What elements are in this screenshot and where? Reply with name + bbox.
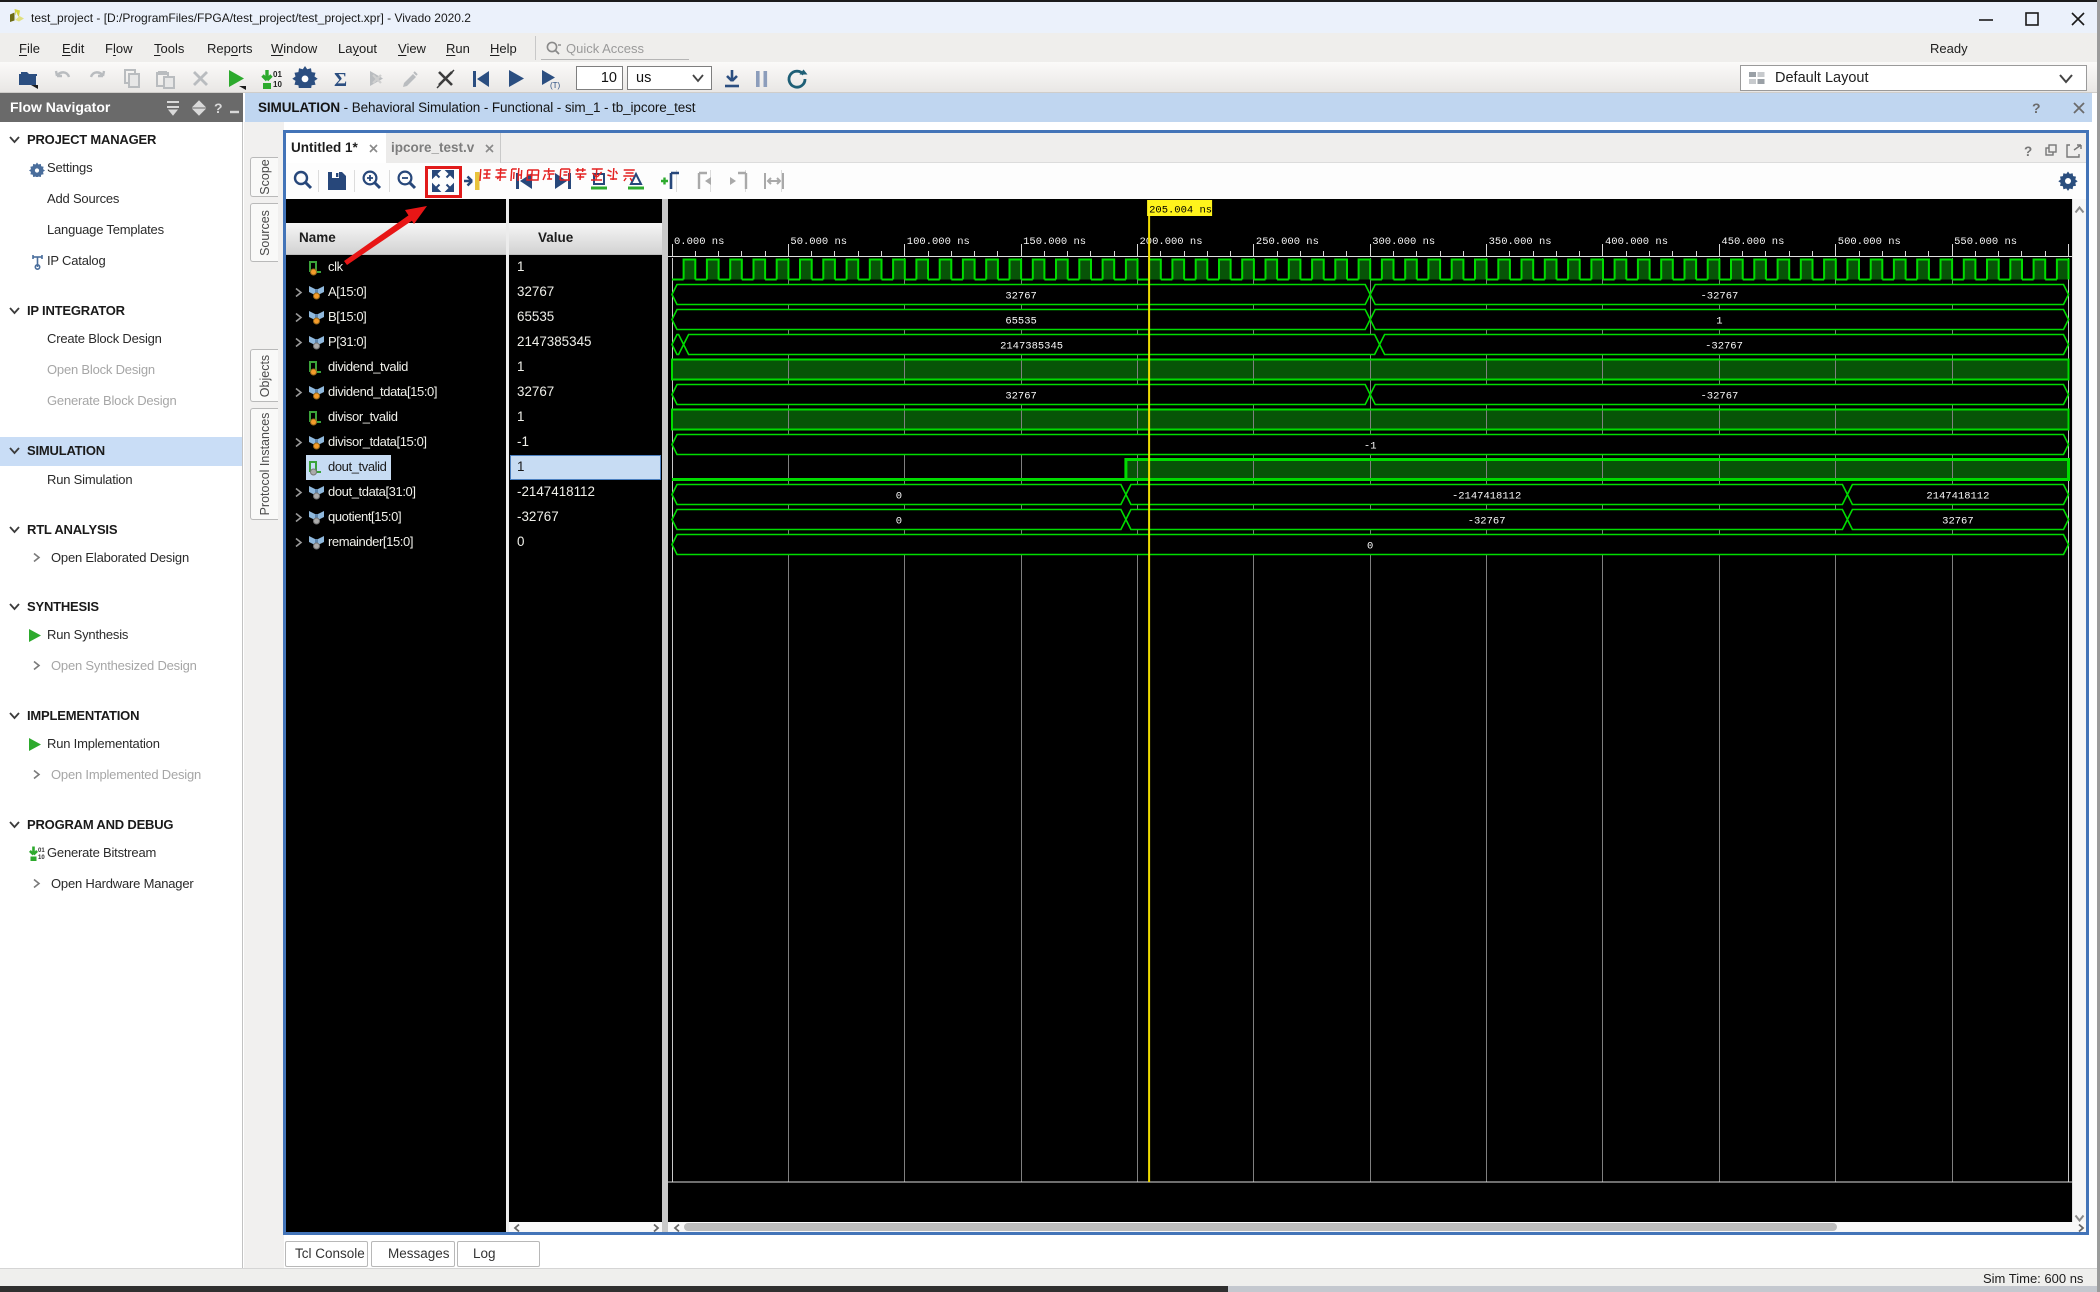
svg-text:10: 10	[273, 80, 282, 89]
svg-text:01: 01	[38, 848, 45, 854]
svg-text:205.004 ns: 205.004 ns	[1149, 205, 1212, 217]
svg-text:32767: 32767	[1005, 291, 1037, 303]
svg-text:-1: -1	[1364, 441, 1377, 453]
svg-text:-32767: -32767	[1705, 341, 1743, 353]
svg-text:-2147418112: -2147418112	[1452, 491, 1521, 503]
svg-text:2147418112: 2147418112	[1926, 491, 1989, 503]
svg-text:100.000 ns: 100.000 ns	[907, 236, 970, 248]
svg-text:0: 0	[896, 516, 902, 528]
svg-text:550.000 ns: 550.000 ns	[1954, 236, 2017, 248]
svg-text:10: 10	[38, 855, 45, 861]
svg-text:0: 0	[896, 491, 902, 503]
svg-text:65535: 65535	[1005, 316, 1037, 328]
svg-text:400.000 ns: 400.000 ns	[1605, 236, 1668, 248]
svg-text:32767: 32767	[1005, 391, 1037, 403]
svg-text:-32767: -32767	[1700, 391, 1738, 403]
svg-text:?: ?	[2032, 100, 2040, 116]
svg-text:50.000 ns: 50.000 ns	[790, 236, 847, 248]
svg-text:1: 1	[1716, 316, 1722, 328]
svg-text:500.000 ns: 500.000 ns	[1838, 236, 1901, 248]
svg-text:-32767: -32767	[1700, 291, 1738, 303]
svg-text:250.000 ns: 250.000 ns	[1256, 236, 1319, 248]
svg-text:?: ?	[214, 100, 223, 116]
svg-text:Σ: Σ	[334, 69, 347, 91]
svg-text:(T): (T)	[550, 81, 561, 90]
svg-text:?: ?	[2024, 144, 2032, 158]
svg-text:32767: 32767	[1942, 516, 1974, 528]
svg-text:-32767: -32767	[1468, 516, 1506, 528]
svg-text:0: 0	[1367, 541, 1373, 553]
svg-text:150.000 ns: 150.000 ns	[1023, 236, 1086, 248]
svg-text:300.000 ns: 300.000 ns	[1372, 236, 1435, 248]
svg-text:01: 01	[273, 70, 282, 79]
svg-text:350.000 ns: 350.000 ns	[1489, 236, 1552, 248]
svg-text:450.000 ns: 450.000 ns	[1721, 236, 1784, 248]
svg-text:0.000 ns: 0.000 ns	[674, 236, 724, 248]
svg-text:2147385345: 2147385345	[1000, 341, 1063, 353]
